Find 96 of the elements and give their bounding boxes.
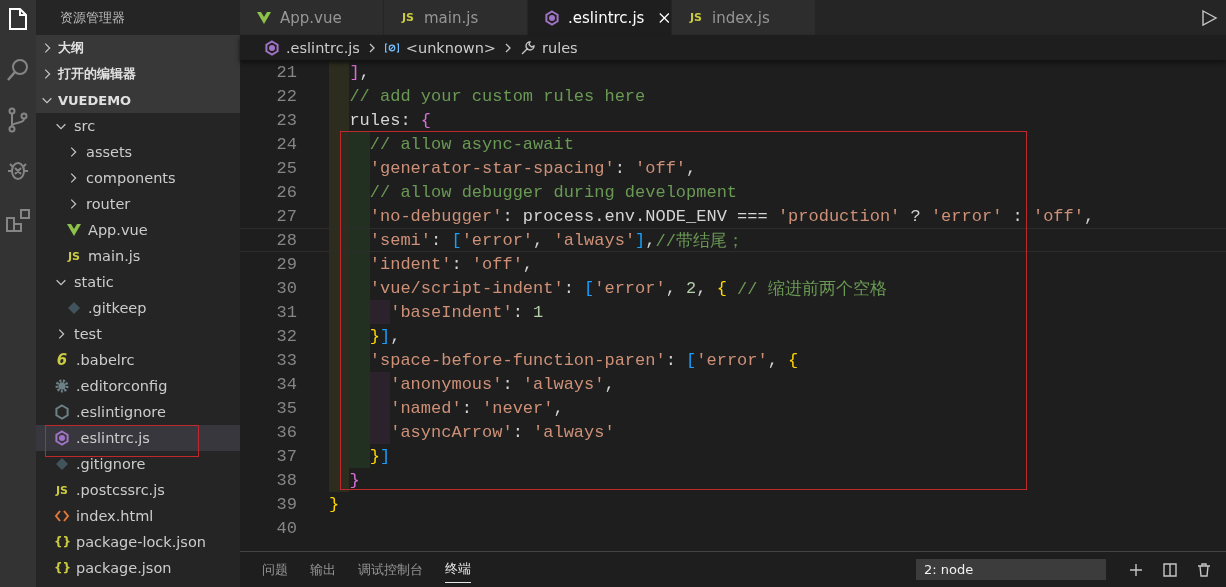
line-number: 30 — [275, 278, 297, 298]
code-line: 'asyncArrow': 'always' — [329, 420, 615, 444]
file-item[interactable]: JS main.js — [36, 243, 240, 269]
file-item[interactable]: .eslintignore — [36, 399, 240, 425]
folder-item[interactable]: src — [36, 113, 240, 139]
line-number: 26 — [275, 182, 297, 202]
line-number: 33 — [275, 350, 297, 370]
file-item[interactable]: .gitignore — [36, 451, 240, 477]
file-item[interactable]: index.html — [36, 503, 240, 529]
hexagon-icon — [54, 404, 70, 420]
terminal-dropdown[interactable]: 2: node — [916, 559, 1106, 580]
hexagon-icon — [264, 39, 280, 56]
hexagon-icon — [544, 9, 560, 26]
code-line: // allow debugger during development — [329, 180, 738, 204]
hexagon-icon — [54, 430, 70, 446]
js-icon: JS — [66, 249, 82, 263]
split-icon[interactable] — [1162, 561, 1178, 578]
file-item[interactable]: .gitkeep — [36, 295, 240, 321]
js-icon: JS — [400, 11, 416, 24]
code-line: // add your custom rules here — [329, 84, 646, 108]
editor-tab[interactable]: .eslintrc.js — [528, 0, 672, 35]
angle-brackets-icon — [54, 508, 70, 524]
code-line: 'semi': ['error', 'always'],//带结尾； — [329, 229, 744, 251]
sidebar-title: 资源管理器 — [59, 8, 126, 27]
js-icon: JS — [54, 483, 70, 497]
code-line: 'space-before-function-paren': ['error', { — [329, 348, 799, 372]
line-number: 27 — [275, 206, 297, 226]
line-number: 28 — [275, 230, 297, 250]
line-number: 22 — [275, 86, 297, 106]
folder-item[interactable]: components — [36, 165, 240, 191]
file-item[interactable]: .eslintrc.js — [36, 425, 240, 451]
line-number: 34 — [275, 374, 297, 394]
braces-icon: {} — [54, 535, 70, 549]
panel-tab[interactable]: 输出 — [310, 556, 336, 583]
section-header[interactable]: 打开的编辑器 — [36, 61, 240, 87]
breadcrumb-item[interactable]: .eslintrc.js — [286, 39, 360, 56]
plus-icon[interactable] — [1128, 561, 1144, 578]
editor-tab[interactable]: JS index.js — [672, 0, 816, 35]
panel-tab[interactable]: 调试控制台 — [358, 556, 423, 583]
section-header[interactable]: VUEDEMO — [36, 87, 240, 113]
extensions-icon[interactable] — [4, 206, 32, 234]
panel-tab[interactable]: 问题 — [262, 556, 288, 583]
code-line: 'anonymous': 'always', — [329, 372, 615, 396]
file-item[interactable]: {} package-lock.json — [36, 529, 240, 555]
code-line: 'vue/script-indent': ['error', 2, { // 缩进前两个空格 — [329, 276, 887, 300]
line-number: 35 — [275, 398, 297, 418]
line-number: 40 — [275, 518, 297, 538]
line-number: 23 — [275, 110, 297, 130]
line-number: 21 — [275, 62, 297, 82]
trash-icon[interactable] — [1196, 561, 1212, 578]
file-item[interactable]: {} package.json — [36, 555, 240, 581]
line-number: 39 — [275, 494, 297, 514]
play-icon[interactable] — [1200, 8, 1218, 27]
file-item[interactable]: .editorconfig — [36, 373, 240, 399]
file-item[interactable]: JS .postcssrc.js — [36, 477, 240, 503]
folder-item[interactable]: router — [36, 191, 240, 217]
line-number: 24 — [275, 134, 297, 154]
line-number: 31 — [275, 302, 297, 322]
folder-item[interactable]: test — [36, 321, 240, 347]
six-icon: 6 — [54, 351, 70, 369]
code-line: // allow async-await — [329, 132, 574, 156]
section-header[interactable]: 大纲 — [36, 35, 240, 61]
line-number: 38 — [275, 470, 297, 490]
code-line: }], — [329, 324, 401, 348]
file-item[interactable]: 6 .babelrc — [36, 347, 240, 373]
code-line: 'generator-star-spacing': 'off', — [329, 156, 697, 180]
breadcrumb-item[interactable]: rules — [542, 39, 578, 56]
line-number: 29 — [275, 254, 297, 274]
code-line: }] — [329, 444, 391, 468]
close-icon[interactable] — [658, 10, 671, 25]
file-icon — [66, 222, 82, 238]
js-icon: JS — [688, 11, 704, 24]
code-line: 'no-debugger': process.env.NODE_ENV === 'production' ? 'error' : 'off', — [329, 204, 1095, 228]
code-line: 'indent': 'off', — [329, 252, 534, 276]
editor-tab[interactable]: JS main.js — [384, 0, 528, 35]
line-number: 25 — [275, 158, 297, 178]
file-item[interactable]: App.vue — [36, 217, 240, 243]
diamond-icon — [66, 300, 82, 316]
editor-tab[interactable]: App.vue — [240, 0, 384, 35]
line-number: 37 — [275, 446, 297, 466]
gear-icon — [54, 378, 70, 394]
code-line: rules: { — [329, 108, 432, 132]
folder-item[interactable]: static — [36, 269, 240, 295]
braces-icon: {} — [54, 561, 70, 575]
breadcrumb-item[interactable]: <unknown> — [405, 39, 496, 56]
code-line: } — [329, 493, 340, 516]
line-number: 36 — [275, 422, 297, 442]
code-line: } — [329, 468, 360, 492]
diamond-icon — [54, 456, 70, 472]
code-line: 'baseIndent': 1 — [329, 300, 544, 324]
line-number: 32 — [275, 326, 297, 346]
panel-tab[interactable]: 终端 — [445, 556, 471, 583]
folder-item[interactable]: assets — [36, 139, 240, 165]
file-icon — [256, 9, 272, 26]
wrench-icon — [520, 39, 536, 56]
code-line: 'named': 'never', — [329, 396, 564, 420]
